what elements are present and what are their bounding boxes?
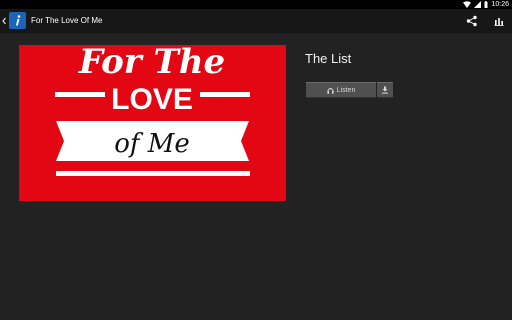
show-title: The List (305, 51, 352, 66)
signal-icon (474, 1, 482, 8)
page-title: For The Love Of Me (31, 16, 103, 25)
cover-line-3: of Me (114, 129, 190, 159)
download-icon (382, 86, 388, 94)
status-bar: 10:26 (0, 0, 512, 9)
cover-art: For The LOVE of Me (19, 45, 286, 201)
wifi-icon (463, 1, 472, 8)
cover-line-1: For The (78, 45, 225, 82)
battery-icon (484, 1, 488, 8)
info-i-icon (16, 15, 21, 26)
download-button[interactable] (377, 82, 393, 98)
bar-chart-icon[interactable] (494, 16, 504, 26)
cover-rule-right (200, 92, 250, 97)
back-chevron-icon[interactable] (1, 15, 7, 27)
share-icon[interactable] (466, 15, 478, 27)
cover-rule-left (55, 92, 105, 97)
listen-button[interactable]: Listen (306, 82, 376, 98)
app-logo[interactable] (9, 12, 26, 29)
status-icons: 10:26 (463, 0, 509, 9)
cover-rule-bottom (56, 171, 250, 176)
headphones-icon (327, 87, 334, 94)
status-time: 10:26 (491, 1, 509, 8)
cover-line-2: LOVE (111, 83, 193, 116)
action-bar: For The Love Of Me (0, 9, 512, 33)
listen-label: Listen (336, 86, 356, 94)
